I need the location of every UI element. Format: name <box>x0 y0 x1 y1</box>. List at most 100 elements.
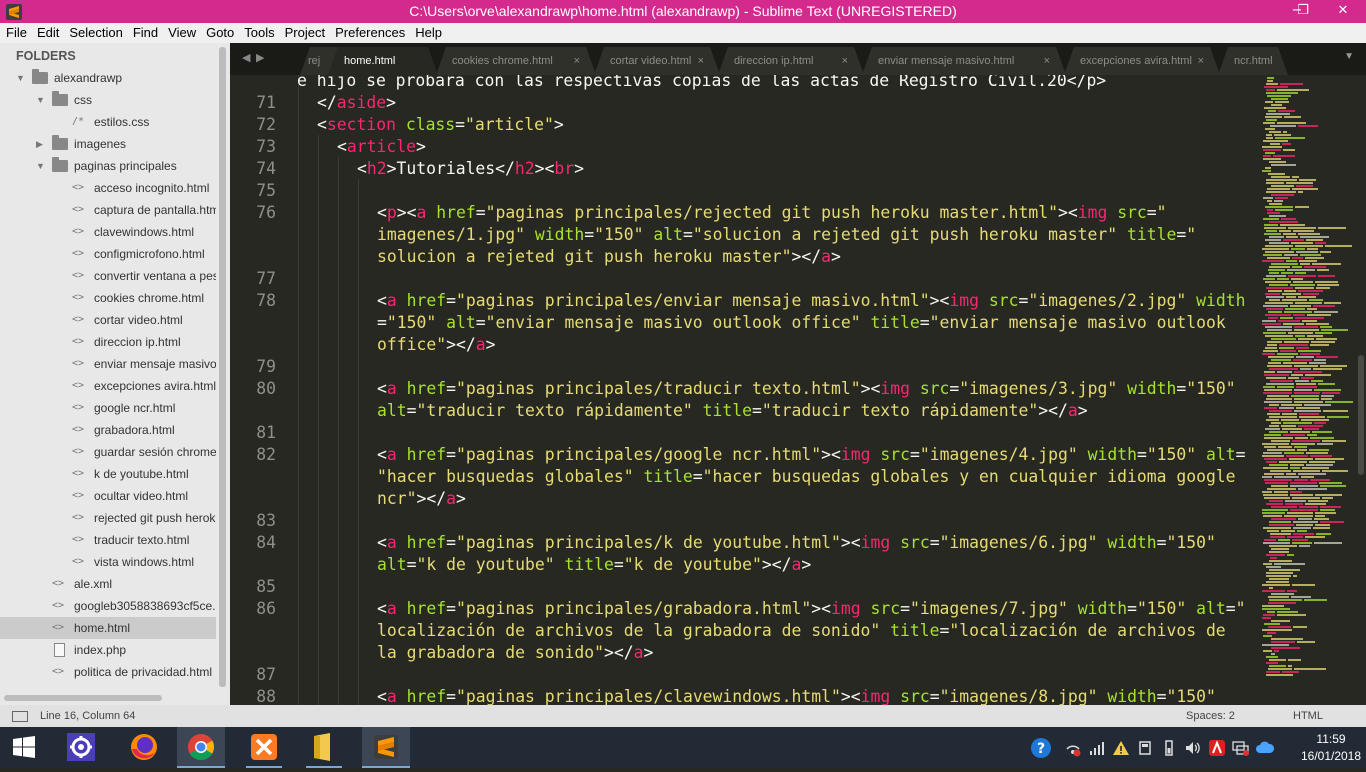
cloud-icon[interactable] <box>1256 739 1274 757</box>
sidebar-folder[interactable]: ▼ paginas principales <box>0 155 216 177</box>
sidebar-file[interactable]: index.php <box>0 639 216 661</box>
sidebar-item-label: alexandrawp <box>54 71 123 85</box>
menu-view[interactable]: View <box>162 23 200 40</box>
sidebar-scrollbar[interactable] <box>219 47 226 687</box>
code-token: > <box>485 335 496 354</box>
sidebar-file[interactable]: <> direccion ip.html <box>0 331 216 353</box>
sidebar-file[interactable]: <> ocultar video.html <box>0 485 216 507</box>
minimap-line <box>1267 188 1290 190</box>
minimap-line <box>1283 233 1296 235</box>
avira-icon[interactable] <box>1208 739 1226 757</box>
chevron-right-icon[interactable]: ▶ <box>36 133 43 155</box>
sidebar-file[interactable]: <> captura de pantalla.html <box>0 199 216 221</box>
indentation-setting[interactable]: Spaces: 2 <box>1186 710 1235 722</box>
xampp-app[interactable] <box>240 727 288 768</box>
settings-app[interactable] <box>57 727 105 768</box>
tab-4[interactable]: direccion ip.html × <box>718 47 864 75</box>
chrome-app[interactable] <box>177 727 225 768</box>
minimap[interactable] <box>1260 75 1356 705</box>
sidebar-scrollbar-thumb[interactable] <box>219 47 226 687</box>
sidebar-file[interactable]: <> ale.xml <box>0 573 216 595</box>
menu-preferences[interactable]: Preferences <box>329 23 409 40</box>
chevron-down-icon[interactable]: ▼ <box>36 155 45 177</box>
sidebar-file[interactable]: <> cookies chrome.html <box>0 287 216 309</box>
menu-help[interactable]: Help <box>409 23 446 40</box>
tab-close-icon[interactable]: × <box>574 47 580 75</box>
start-button[interactable] <box>0 727 48 768</box>
clock[interactable]: 11:59 16/01/2018 <box>1300 731 1362 765</box>
warning-icon[interactable] <box>1112 739 1130 757</box>
sidebar-file[interactable]: <> k de youtube.html <box>0 463 216 485</box>
code-token: href <box>406 533 447 552</box>
sidebar-horizontal-scrollbar[interactable] <box>4 695 162 701</box>
tab-close-icon[interactable]: × <box>1198 47 1204 75</box>
menu-find[interactable]: Find <box>127 23 162 40</box>
sidebar-folder[interactable]: ▶ imagenes <box>0 133 216 155</box>
sidebar-file[interactable]: <> traducir texto.html <box>0 529 216 551</box>
tab-close-icon[interactable]: × <box>1044 47 1050 75</box>
sidebar-file[interactable]: <> clavewindows.html <box>0 221 216 243</box>
sidebar-item-label: rejected git push heroku m <box>94 511 216 525</box>
panel-toggle-icon[interactable] <box>12 711 28 722</box>
sidebar-folder[interactable]: ▼ alexandrawp <box>0 67 216 89</box>
chevron-down-icon[interactable]: ▼ <box>16 67 25 89</box>
sidebar-file[interactable]: <> vista windows.html <box>0 551 216 573</box>
sidebar-file[interactable]: <> rejected git push heroku m <box>0 507 216 529</box>
menu-project[interactable]: Project <box>279 23 329 40</box>
tab-overflow-icon[interactable]: ▼ <box>1344 51 1354 62</box>
tab-2[interactable]: cookies chrome.html × <box>436 47 596 75</box>
tab-7[interactable]: ncr.html <box>1218 47 1288 75</box>
menu-selection[interactable]: Selection <box>63 23 126 40</box>
title-bar: C:\Users\orve\alexandrawp\home.html (ale… <box>0 0 1366 23</box>
sidebar-file[interactable]: <> acceso incognito.html <box>0 177 216 199</box>
signal-icon[interactable] <box>1088 739 1106 757</box>
sidebar-file[interactable]: <> home.html <box>0 617 216 639</box>
network-icon[interactable] <box>1232 739 1250 757</box>
syntax-mode[interactable]: HTML <box>1293 710 1323 722</box>
tab-close-icon[interactable]: × <box>842 47 848 75</box>
sidebar-file[interactable]: <> grabadora.html <box>0 419 216 441</box>
tab-6[interactable]: excepciones avira.html × <box>1064 47 1220 75</box>
code-editor[interactable]: e hijo se probara con las respectivas co… <box>230 75 1260 705</box>
sidebar-file[interactable]: <> configmicrofono.html <box>0 243 216 265</box>
tab-3[interactable]: cortar video.html × <box>594 47 720 75</box>
storage-icon[interactable] <box>1136 739 1154 757</box>
sidebar-folder[interactable]: ▼ css <box>0 89 216 111</box>
sidebar-file[interactable]: <> enviar mensaje masivo.htm <box>0 353 216 375</box>
tab-5[interactable]: enviar mensaje masivo.html × <box>862 47 1066 75</box>
minimap-line <box>1286 296 1296 298</box>
tab-next-icon[interactable]: ▶ <box>256 51 264 64</box>
sidebar-file[interactable]: <> politica de privacidad.html <box>0 661 216 683</box>
sidebar-file[interactable]: <> googleb3058838693cf5ce.htm <box>0 595 216 617</box>
menu-file[interactable]: File <box>0 23 31 40</box>
sidebar-file[interactable]: /* estilos.css <box>0 111 216 133</box>
sidebar-file[interactable]: <> guardar sesión chrome.htm <box>0 441 216 463</box>
menu-edit[interactable]: Edit <box>31 23 63 40</box>
code-token: = <box>406 401 417 420</box>
menu-goto[interactable]: Goto <box>200 23 238 40</box>
sublime-text-app[interactable] <box>362 727 410 768</box>
minimap-line <box>1263 650 1272 652</box>
chevron-down-icon[interactable]: ▼ <box>36 89 45 111</box>
tab-prev-icon[interactable]: ◀ <box>242 51 250 64</box>
code-token: >< <box>840 687 861 705</box>
sidebar-file[interactable]: <> google ncr.html <box>0 397 216 419</box>
sidebar-file[interactable]: <> excepciones avira.html <box>0 375 216 397</box>
sidebar-file[interactable]: <> cortar video.html <box>0 309 216 331</box>
tab-1[interactable]: home.html <box>328 47 438 75</box>
file-explorer-app[interactable] <box>300 727 348 768</box>
tab-close-icon[interactable]: × <box>698 47 704 75</box>
menu-tools[interactable]: Tools <box>238 23 278 40</box>
minimap-line <box>1304 428 1319 430</box>
volume-icon[interactable] <box>1184 739 1202 757</box>
network-error-icon[interactable] <box>1064 739 1082 757</box>
help-icon[interactable]: ? <box>1030 737 1052 759</box>
minimap-line <box>1288 275 1316 277</box>
sidebar-file[interactable]: <> convertir ventana a pestaña <box>0 265 216 287</box>
firefox-app[interactable] <box>120 727 168 768</box>
close-button[interactable]: ✕ <box>1320 0 1366 23</box>
editor-scrollbar[interactable] <box>1356 75 1366 705</box>
battery-icon[interactable] <box>1160 739 1178 757</box>
editor-scrollbar-thumb[interactable] <box>1358 355 1364 475</box>
code-token: img <box>949 291 980 310</box>
